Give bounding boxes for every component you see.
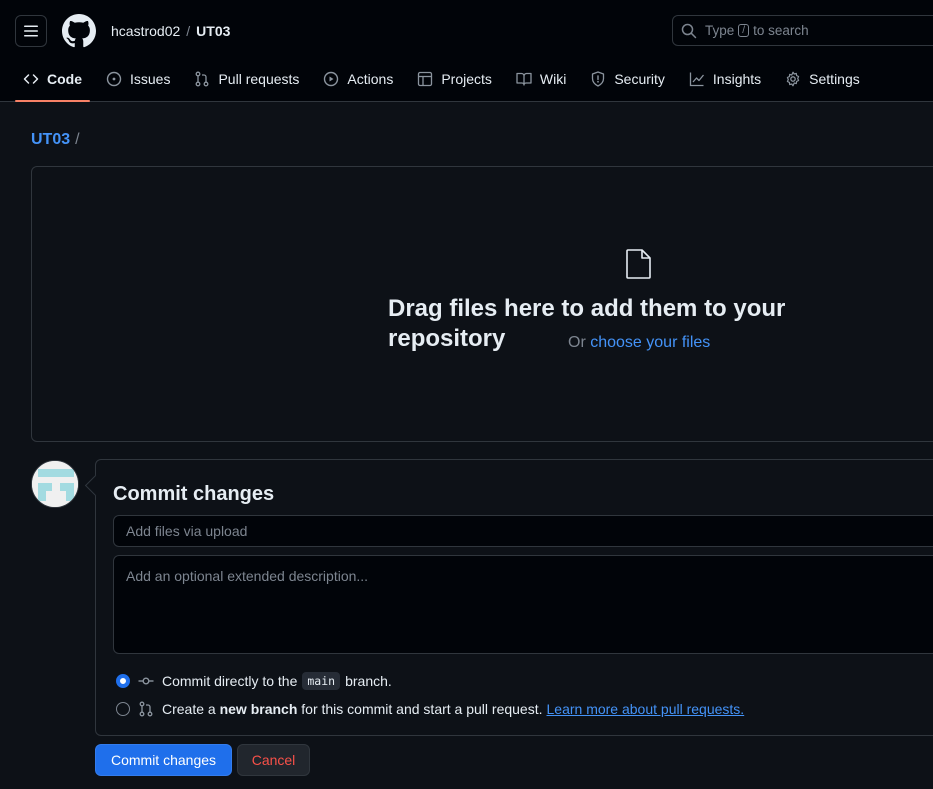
pull-request-icon bbox=[139, 701, 153, 717]
new-branch-prefix: Create a bbox=[162, 701, 216, 717]
new-branch-radio[interactable] bbox=[116, 702, 130, 716]
tab-security[interactable]: Security bbox=[582, 62, 673, 96]
avatar[interactable] bbox=[31, 460, 79, 508]
shield-icon bbox=[592, 71, 605, 87]
tab-pull-requests[interactable]: Pull requests bbox=[186, 62, 307, 96]
tab-label: Actions bbox=[347, 71, 394, 87]
hamburger-icon bbox=[24, 25, 38, 37]
tab-label: Pull requests bbox=[218, 71, 300, 87]
app-header: hcastrod02 / UT03 Type / to search Code Is… bbox=[0, 0, 933, 102]
search-icon bbox=[681, 23, 697, 38]
tab-insights[interactable]: Insights bbox=[681, 62, 769, 96]
tab-projects[interactable]: Projects bbox=[409, 62, 500, 96]
tab-label: Issues bbox=[130, 71, 171, 87]
tab-settings[interactable]: Settings bbox=[777, 62, 868, 96]
tab-actions[interactable]: Actions bbox=[315, 62, 401, 96]
search-shortcut-key: / bbox=[738, 24, 750, 37]
tab-label: Settings bbox=[809, 71, 860, 87]
tab-label: Security bbox=[614, 71, 665, 87]
search-input[interactable]: Type / to search bbox=[672, 15, 933, 46]
repo-tabs: Code Issues Pull requests Actions Projec… bbox=[15, 62, 876, 102]
commit-direct-suffix: branch. bbox=[345, 673, 392, 689]
tab-label: Insights bbox=[712, 71, 762, 87]
new-branch-suffix: for this commit and start a pull request… bbox=[301, 701, 543, 717]
menu-button[interactable] bbox=[15, 15, 47, 47]
repo-link[interactable]: UT03 bbox=[196, 23, 230, 39]
new-branch-option[interactable]: Create a new branch for this commit and … bbox=[116, 701, 744, 717]
file-path-breadcrumb: UT03 / bbox=[31, 130, 80, 150]
path-repo-link[interactable]: UT03 bbox=[31, 131, 70, 148]
file-drop-zone[interactable]: Drag files here to add them to your repo… bbox=[31, 166, 933, 442]
tab-wiki[interactable]: Wiki bbox=[508, 62, 574, 96]
path-separator: / bbox=[75, 131, 80, 148]
gear-icon bbox=[786, 71, 800, 87]
commit-description-input[interactable] bbox=[113, 555, 933, 654]
graph-icon bbox=[689, 72, 704, 87]
commit-summary-input[interactable] bbox=[113, 515, 933, 547]
commit-changes-button[interactable]: Commit changes bbox=[95, 744, 232, 776]
tab-label: Code bbox=[47, 71, 82, 87]
breadcrumb-separator: / bbox=[186, 23, 191, 39]
commit-direct-text: Commit directly to the bbox=[162, 673, 298, 689]
play-icon bbox=[324, 71, 339, 87]
pull-request-icon bbox=[196, 71, 209, 87]
github-logo-icon[interactable] bbox=[62, 14, 96, 48]
choose-files-link[interactable]: choose your files bbox=[590, 334, 710, 351]
new-branch-bold: new branch bbox=[219, 701, 298, 717]
tab-issues[interactable]: Issues bbox=[98, 62, 178, 96]
commit-heading: Commit changes bbox=[113, 483, 275, 505]
identicon-icon bbox=[32, 461, 78, 507]
breadcrumb: hcastrod02 / UT03 bbox=[111, 22, 230, 40]
table-icon bbox=[418, 71, 433, 87]
issue-icon bbox=[106, 71, 122, 87]
tab-label: Wiki bbox=[539, 71, 567, 87]
tab-label: Projects bbox=[441, 71, 492, 87]
cancel-button[interactable]: Cancel bbox=[237, 744, 310, 776]
file-icon bbox=[626, 249, 651, 279]
branch-name: main bbox=[302, 672, 341, 690]
search-prefix: Type bbox=[705, 23, 735, 38]
commit-direct-option[interactable]: Commit directly to the main branch. bbox=[116, 672, 392, 690]
book-icon bbox=[516, 72, 532, 86]
owner-link[interactable]: hcastrod02 bbox=[111, 23, 180, 39]
learn-more-link[interactable]: Learn more about pull requests. bbox=[547, 701, 745, 717]
search-suffix: to search bbox=[753, 23, 809, 38]
git-commit-icon bbox=[138, 677, 154, 685]
commit-panel: Commit changes Commit directly to the ma… bbox=[95, 459, 933, 736]
or-text: Or bbox=[568, 334, 586, 351]
tab-code[interactable]: Code bbox=[15, 62, 90, 102]
drop-zone-subtitle: Or choose your files bbox=[568, 333, 710, 353]
commit-direct-radio[interactable] bbox=[116, 674, 130, 688]
code-icon bbox=[23, 74, 39, 84]
